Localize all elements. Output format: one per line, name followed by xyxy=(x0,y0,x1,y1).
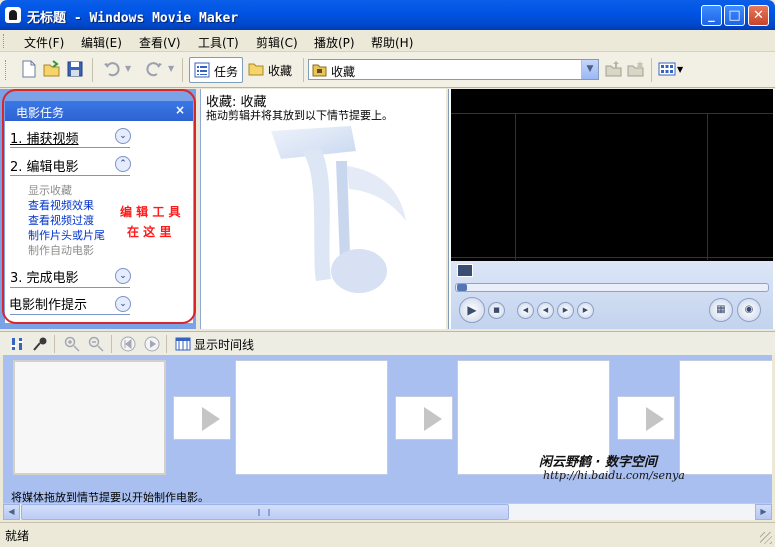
back-icon[interactable]: ◀ xyxy=(537,302,554,319)
zoom-out-icon[interactable] xyxy=(88,336,104,352)
scroll-thumb[interactable] xyxy=(21,504,509,520)
menu-tools[interactable]: 工具(T) xyxy=(198,34,239,51)
chevron-down-icon[interactable]: ▼ xyxy=(581,60,598,79)
status-bar: 就绪 xyxy=(0,522,775,547)
toolbar-separator xyxy=(651,58,652,82)
storyboard-clip-slot[interactable] xyxy=(679,360,772,475)
title-bar[interactable]: 无标题 - Windows Movie Maker _ □ ✕ xyxy=(0,0,775,30)
storyboard[interactable]: 闲云野鹤 · 数字空间 http://hi.baidu.com/senya 将媒… xyxy=(3,355,772,503)
menu-file[interactable]: 文件(F) xyxy=(24,34,64,51)
up-folder-icon[interactable] xyxy=(605,60,623,78)
set-audio-levels-icon[interactable] xyxy=(9,336,25,352)
undo-icon[interactable] xyxy=(103,60,121,78)
storyboard-scrollbar[interactable]: ◀ ▶ xyxy=(3,503,772,520)
storyboard-clip-slot[interactable] xyxy=(13,360,166,475)
video-screen xyxy=(451,89,773,261)
menu-play[interactable]: 播放(P) xyxy=(314,34,355,51)
redo-icon[interactable] xyxy=(145,60,163,78)
storyboard-toolbar: 显示时间线 xyxy=(0,331,775,355)
play-storyboard-icon[interactable] xyxy=(144,336,160,352)
open-project-icon[interactable] xyxy=(43,60,61,78)
collection-hint: 拖动剪辑并将其放到以下情节提要上。 xyxy=(206,109,393,122)
menu-edit[interactable]: 编辑(E) xyxy=(81,34,122,51)
collections-label: 收藏 xyxy=(268,64,293,78)
show-timeline-button[interactable]: 显示时间线 xyxy=(194,336,254,353)
views-icon[interactable] xyxy=(658,60,676,78)
menu-view[interactable]: 查看(V) xyxy=(139,34,181,51)
task-list-icon xyxy=(194,62,210,78)
forward-icon[interactable]: ▶ xyxy=(557,302,574,319)
tasks-button[interactable]: 任务 xyxy=(189,57,243,83)
rewind-storyboard-icon[interactable] xyxy=(120,336,136,352)
fullscreen-icon[interactable] xyxy=(457,264,473,277)
app-icon xyxy=(5,7,21,23)
seek-bar[interactable] xyxy=(455,283,769,292)
narrate-timeline-icon[interactable] xyxy=(32,336,48,352)
toolbar-separator xyxy=(182,58,183,82)
save-project-icon[interactable] xyxy=(66,60,84,78)
transition-slot[interactable] xyxy=(395,396,453,440)
next-frame-icon[interactable]: ▶ xyxy=(577,302,594,319)
collection-select-value: 收藏 xyxy=(331,65,356,79)
annotation-circle xyxy=(2,89,196,324)
undo-dropdown-icon[interactable]: ▼ xyxy=(125,64,131,73)
collection-area[interactable]: 收藏: 收藏 拖动剪辑并将其放到以下情节提要上。 xyxy=(200,89,446,329)
transition-slot[interactable] xyxy=(617,396,675,440)
maximize-button[interactable]: □ xyxy=(724,5,745,26)
split-clip-icon[interactable]: ▦ xyxy=(709,298,733,322)
transition-slot[interactable] xyxy=(173,396,231,440)
show-timeline-icon[interactable] xyxy=(175,336,191,352)
stop-icon[interactable]: ■ xyxy=(488,302,505,319)
menu-clip[interactable]: 剪辑(C) xyxy=(256,34,298,51)
collections-button[interactable]: 收藏 xyxy=(246,57,300,83)
scroll-right-icon[interactable]: ▶ xyxy=(755,504,772,520)
watermark-author: 闲云野鹤 · 数字空间 xyxy=(539,455,657,470)
toolbar-separator xyxy=(92,58,93,82)
music-note-watermark-icon xyxy=(271,126,406,293)
views-dropdown-icon[interactable]: ▼ xyxy=(677,65,683,74)
camera-snapshot-icon[interactable]: ◉ xyxy=(737,298,761,322)
menu-bar: 文件(F) 编辑(E) 查看(V) 工具(T) 剪辑(C) 播放(P) 帮助(H… xyxy=(0,30,775,52)
window-title: 无标题 - Windows Movie Maker xyxy=(27,11,239,26)
new-collection-folder-icon[interactable] xyxy=(627,60,645,78)
menu-grip[interactable] xyxy=(3,34,6,48)
toolbar-grip[interactable] xyxy=(5,60,8,80)
storyboard-hint: 将媒体拖放到情节提要以开始制作电影。 xyxy=(11,491,209,503)
preview-monitor: ▶ ■ ◀ ◀ ▶ ▶ ▦ ◉ xyxy=(448,89,775,329)
tasks-label: 任务 xyxy=(214,65,239,79)
seek-thumb[interactable] xyxy=(457,284,467,291)
scroll-left-icon[interactable]: ◀ xyxy=(3,504,20,520)
minimize-button[interactable]: _ xyxy=(701,5,722,26)
redo-dropdown-icon[interactable]: ▼ xyxy=(168,64,174,73)
close-button[interactable]: ✕ xyxy=(748,5,769,26)
playback-controls: ▶ ■ ◀ ◀ ▶ ▶ ▦ ◉ xyxy=(451,261,773,329)
collection-dropdown[interactable]: 收藏 ▼ xyxy=(308,59,599,80)
resize-grip-icon[interactable] xyxy=(760,532,772,544)
menu-help[interactable]: 帮助(H) xyxy=(371,34,413,51)
collection-folder-icon xyxy=(312,64,327,77)
toolbar-separator xyxy=(303,58,304,82)
status-text: 就绪 xyxy=(5,529,30,543)
zoom-in-icon[interactable] xyxy=(64,336,80,352)
storyboard-clip-slot[interactable] xyxy=(235,360,388,475)
new-project-icon[interactable] xyxy=(20,60,38,78)
previous-frame-icon[interactable]: ◀ xyxy=(517,302,534,319)
watermark-url: http://hi.baidu.com/senya xyxy=(543,469,685,482)
play-icon[interactable]: ▶ xyxy=(459,297,485,323)
folder-icon xyxy=(248,63,264,76)
